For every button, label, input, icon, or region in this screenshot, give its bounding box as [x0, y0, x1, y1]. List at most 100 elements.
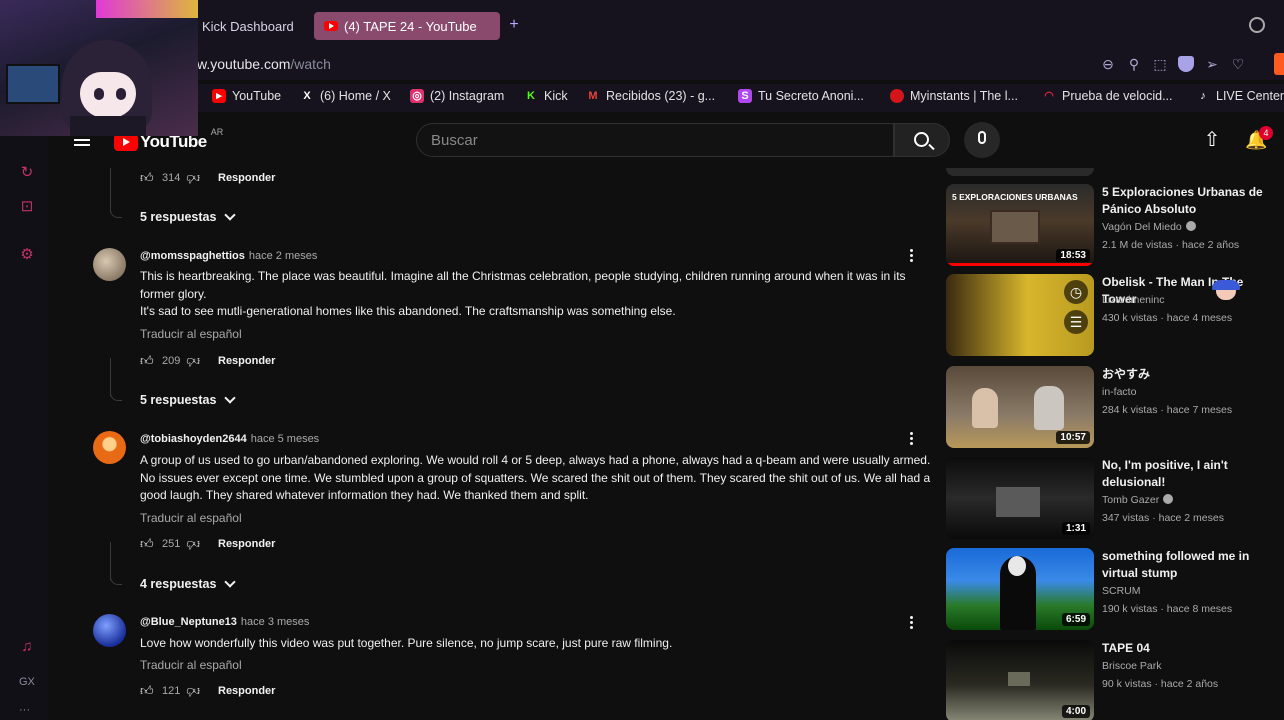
box-icon[interactable]: ⊡	[18, 198, 36, 216]
video-thumbnail[interactable]: 1:31	[946, 457, 1094, 539]
video-title[interactable]: something followed me in virtual stump	[1102, 548, 1272, 582]
heart-icon[interactable]: ♡	[1230, 56, 1246, 72]
comment-menu-icon[interactable]	[910, 249, 914, 263]
comment-menu-icon[interactable]	[910, 432, 914, 446]
tab-kick-dashboard[interactable]: Kick Dashboard	[192, 12, 304, 40]
watch-later-icon[interactable]: ◷	[1064, 280, 1088, 304]
search-button[interactable]	[894, 123, 950, 157]
dislike-icon[interactable]: 👍︎	[186, 684, 200, 699]
add-to-queue-icon[interactable]: ☰	[1064, 310, 1088, 334]
upload-icon[interactable]: ⇧	[1202, 129, 1222, 151]
zoom-icon[interactable]: ⊖	[1100, 56, 1116, 72]
video-thumbnail[interactable]: 10:57	[946, 366, 1094, 448]
avatar[interactable]	[93, 431, 126, 464]
video-thumbnail[interactable]	[946, 168, 1094, 176]
sticker-overlay	[1212, 280, 1240, 306]
like-icon[interactable]: 👍︎	[140, 171, 154, 185]
related-video[interactable]: 4:00 TAPE 04 Briscoe Park 90 k vistas · …	[946, 640, 1276, 720]
like-icon[interactable]: 👍︎	[140, 354, 154, 368]
more-icon[interactable]: ···	[19, 704, 30, 716]
video-channel[interactable]: Lizardmeninc	[1102, 294, 1164, 306]
new-tab-button[interactable]: +	[505, 16, 523, 34]
youtube-icon	[324, 21, 338, 31]
shield-icon[interactable]	[1178, 56, 1194, 72]
related-video[interactable]: 10:57 おやすみ in-facto 284 k vistas · hace …	[946, 366, 1276, 452]
view-replies-button[interactable]: 5 respuestas	[140, 392, 237, 407]
video-title[interactable]: TAPE 04	[1102, 640, 1272, 657]
video-channel[interactable]: Tomb Gazer	[1102, 494, 1174, 506]
url-path: /watch	[290, 56, 331, 72]
bookmark-secreto[interactable]: S Tu Secreto Anoni...	[738, 89, 864, 103]
voice-search-button[interactable]	[964, 122, 1000, 158]
video-channel[interactable]: Briscoe Park	[1102, 660, 1162, 672]
reply-button[interactable]: Responder	[218, 355, 275, 367]
dislike-icon[interactable]: 👍︎	[186, 537, 200, 552]
reply-button[interactable]: Responder	[218, 685, 275, 697]
reply-button[interactable]: Responder	[218, 538, 275, 550]
reply-button[interactable]: Responder	[218, 172, 275, 184]
bookmark-tiktok[interactable]: ♪ LIVE Center	[1196, 89, 1284, 103]
tab-label: (4) TAPE 24 - YouTube	[344, 18, 477, 34]
like-icon[interactable]: 👍︎	[140, 537, 154, 551]
bookmark-speedtest[interactable]: ◠ Prueba de velocid...	[1042, 89, 1172, 103]
view-replies-button[interactable]: 4 respuestas	[140, 576, 237, 591]
related-video[interactable]: 6:59 something followed me in virtual st…	[946, 548, 1276, 634]
house-image	[990, 210, 1040, 244]
avatar[interactable]	[93, 248, 126, 281]
url-text[interactable]: w.youtube.com/watch	[197, 56, 331, 72]
comment-time[interactable]: hace 3 meses	[241, 616, 309, 628]
translate-link[interactable]: Traducir al español	[140, 511, 242, 525]
search-input[interactable]	[417, 124, 893, 156]
like-count: 251	[162, 538, 181, 550]
comment-author[interactable]: @tobiashoyden2644	[140, 433, 247, 445]
bookmark-myinstants[interactable]: Myinstants | The l...	[890, 89, 1018, 103]
extension-icon[interactable]	[1274, 53, 1284, 75]
video-title[interactable]: おやすみ	[1102, 366, 1272, 383]
video-thumbnail[interactable]: 6:59	[946, 548, 1094, 630]
music-icon[interactable]: ♫	[18, 638, 36, 656]
comment-time[interactable]: hace 2 meses	[249, 250, 317, 262]
like-icon[interactable]: 👍︎	[140, 684, 154, 698]
video-stats: 347 vistas · hace 2 meses	[1102, 512, 1224, 524]
region-code: AR	[210, 127, 224, 137]
view-replies-button[interactable]: 5 respuestas	[140, 209, 237, 224]
comment-menu-icon[interactable]	[910, 616, 914, 630]
bookmark-kick[interactable]: K Kick	[524, 89, 568, 103]
translate-link[interactable]: Traducir al español	[140, 658, 242, 672]
search-box[interactable]	[416, 123, 894, 157]
settings-gear-icon[interactable]: ⚙	[18, 246, 36, 264]
search-tabs-icon[interactable]	[1249, 17, 1265, 33]
video-thumbnail[interactable]: 5 EXPLORACIONES URBANAS 18:53	[946, 184, 1094, 266]
url-host: w.youtube.com	[197, 56, 291, 72]
pin-icon[interactable]: ⚲	[1126, 56, 1142, 72]
snapshot-icon[interactable]: ⬚	[1152, 56, 1168, 72]
send-icon[interactable]: ➢	[1204, 56, 1220, 72]
bookmark-instagram[interactable]: ◎ (2) Instagram	[410, 89, 504, 103]
video-thumbnail[interactable]: 4:00	[946, 640, 1094, 720]
video-thumbnail[interactable]: ◷ ☰	[946, 274, 1094, 356]
history-icon[interactable]: ↻	[18, 164, 36, 182]
comment-author[interactable]: @Blue_Neptune13	[140, 616, 237, 628]
translate-link[interactable]: Traducir al español	[140, 327, 242, 341]
video-channel[interactable]: SCRUM	[1102, 585, 1141, 597]
video-title[interactable]: No, I'm positive, I ain't delusional!	[1102, 457, 1272, 491]
comment-time[interactable]: hace 5 meses	[251, 433, 319, 445]
comment-author[interactable]: @momsspaghettios	[140, 250, 245, 262]
bookmark-youtube[interactable]: ▸ YouTube	[212, 89, 281, 103]
video-channel[interactable]: in-facto	[1102, 386, 1136, 398]
bookmark-gmail[interactable]: M Recibidos (23) - g...	[586, 89, 715, 103]
avatar[interactable]	[93, 614, 126, 647]
avatar-eye	[116, 88, 126, 100]
youtube-icon: ▸	[212, 89, 226, 103]
comments-section: 👍︎ 314 👍︎ Responder 5 respuestas @momssp…	[48, 168, 940, 720]
dislike-icon[interactable]: 👍︎	[186, 171, 200, 186]
watched-progress-bar	[946, 263, 1094, 266]
related-video[interactable]: 5 EXPLORACIONES URBANAS 18:53 5 Explorac…	[946, 184, 1276, 270]
tab-youtube-active[interactable]: (4) TAPE 24 - YouTube	[314, 12, 500, 40]
video-title[interactable]: 5 Exploraciones Urbanas de Pánico Absolu…	[1102, 184, 1272, 218]
dislike-icon[interactable]: 👍︎	[186, 354, 200, 369]
video-channel[interactable]: Vagón Del Miedo	[1102, 221, 1196, 233]
bookmark-x[interactable]: X (6) Home / X	[300, 89, 391, 103]
related-video[interactable]: 1:31 No, I'm positive, I ain't delusiona…	[946, 457, 1276, 543]
avatar-eye	[94, 88, 104, 100]
